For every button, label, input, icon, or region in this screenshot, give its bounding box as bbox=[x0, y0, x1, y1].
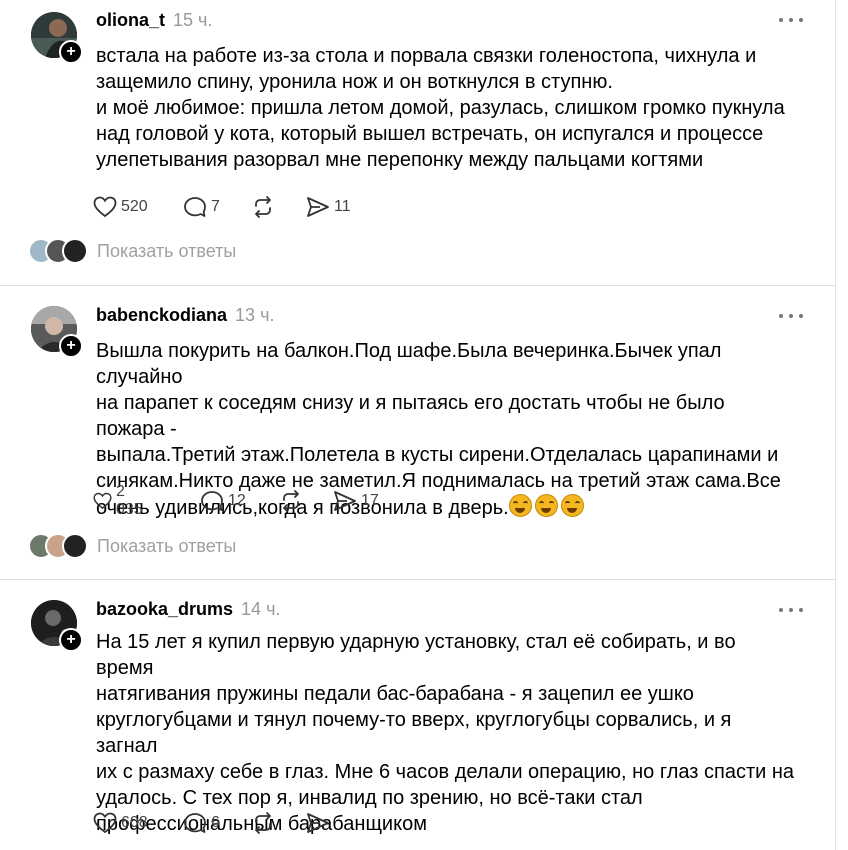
comment-icon bbox=[201, 491, 223, 511]
comment-count: 6 bbox=[211, 814, 220, 831]
more-options-icon[interactable] bbox=[778, 603, 804, 617]
repost-button[interactable] bbox=[251, 810, 275, 836]
follow-plus-icon[interactable]: + bbox=[59, 334, 83, 358]
like-count: 520 bbox=[121, 198, 148, 215]
repost-icon bbox=[255, 196, 271, 218]
like-button[interactable]: 608 bbox=[93, 810, 148, 836]
avatar[interactable]: + bbox=[31, 306, 83, 358]
heart-icon bbox=[93, 492, 112, 510]
show-replies[interactable]: Показать ответы bbox=[28, 238, 236, 264]
comment-count: 12 bbox=[228, 492, 246, 509]
share-button[interactable] bbox=[306, 810, 330, 836]
share-button[interactable]: 17 bbox=[333, 488, 379, 514]
reply-avatar bbox=[62, 238, 88, 264]
like-count: 2 035 bbox=[116, 483, 143, 518]
like-count: 608 bbox=[121, 814, 148, 831]
share-count: 17 bbox=[361, 492, 379, 509]
divider bbox=[0, 285, 835, 286]
comment-button[interactable]: 6 bbox=[183, 810, 220, 836]
show-replies[interactable]: Показать ответы bbox=[28, 533, 236, 559]
share-count: 11 bbox=[334, 198, 351, 215]
post-text: На 15 лет я купил первую ударную установ… bbox=[96, 631, 795, 835]
comment-count: 7 bbox=[211, 198, 220, 215]
threads-feed: + oliona_t 15 ч. встала на работе из-за … bbox=[0, 0, 836, 850]
show-replies-label[interactable]: Показать ответы bbox=[97, 536, 236, 557]
timestamp: 13 ч. bbox=[235, 305, 275, 325]
rofl-emoji-icon bbox=[560, 494, 584, 517]
comment-icon bbox=[184, 813, 206, 833]
rofl-emoji-icon bbox=[508, 494, 532, 517]
divider bbox=[0, 579, 835, 580]
repost-icon bbox=[283, 490, 299, 512]
send-icon bbox=[334, 491, 356, 511]
heart-icon bbox=[93, 196, 117, 218]
username[interactable]: babenckodiana bbox=[96, 305, 227, 326]
post-header: oliona_t 15 ч. bbox=[96, 10, 212, 32]
reply-avatar bbox=[62, 533, 88, 559]
repost-icon bbox=[255, 812, 271, 834]
repost-button[interactable] bbox=[251, 194, 275, 220]
post-header: babenckodiana 13 ч. bbox=[96, 305, 274, 327]
avatar[interactable]: + bbox=[31, 600, 83, 652]
share-button[interactable]: 11 bbox=[306, 194, 351, 220]
send-icon bbox=[307, 197, 329, 217]
like-button[interactable]: 2 035 bbox=[93, 483, 148, 518]
follow-plus-icon[interactable]: + bbox=[59, 40, 83, 64]
show-replies-label[interactable]: Показать ответы bbox=[97, 241, 236, 262]
comment-icon bbox=[184, 197, 206, 217]
send-icon bbox=[307, 813, 329, 833]
username[interactable]: oliona_t bbox=[96, 10, 165, 31]
repost-button[interactable] bbox=[279, 488, 303, 514]
post-header: bazooka_drums 14 ч. bbox=[96, 599, 280, 621]
post-text: встала на работе из-за стола и порвала с… bbox=[96, 45, 785, 171]
more-options-icon[interactable] bbox=[778, 13, 804, 27]
comment-button[interactable]: 7 bbox=[183, 194, 220, 220]
rofl-emoji-icon bbox=[534, 494, 558, 517]
more-options-icon[interactable] bbox=[778, 309, 804, 323]
follow-plus-icon[interactable]: + bbox=[59, 628, 83, 652]
username[interactable]: bazooka_drums bbox=[96, 599, 233, 620]
timestamp: 15 ч. bbox=[173, 10, 213, 30]
timestamp: 14 ч. bbox=[241, 599, 281, 619]
heart-icon bbox=[93, 812, 117, 834]
avatar[interactable]: + bbox=[31, 12, 83, 64]
comment-button[interactable]: 12 bbox=[200, 488, 246, 514]
like-button[interactable]: 520 bbox=[93, 194, 148, 220]
